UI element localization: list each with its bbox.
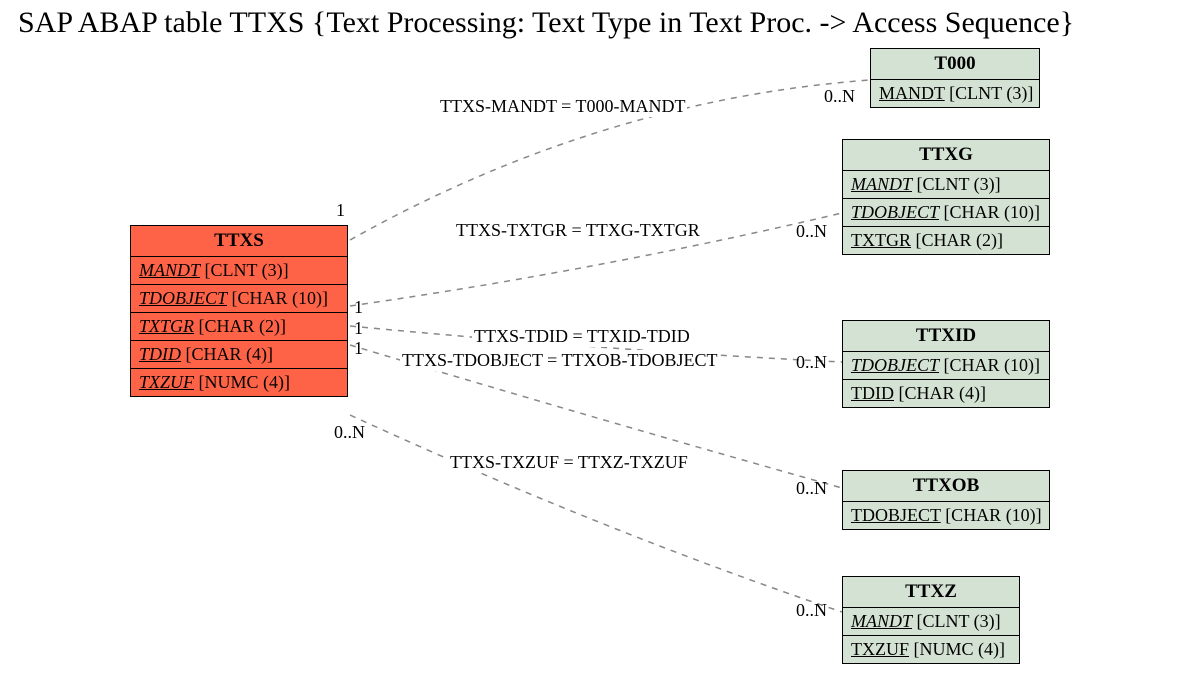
entity-ttxid: TTXID TDOBJECT [CHAR (10)] TDID [CHAR (4… bbox=[842, 320, 1050, 408]
entity-t000-name: T000 bbox=[871, 49, 1039, 80]
entity-ttxob: TTXOB TDOBJECT [CHAR (10)] bbox=[842, 470, 1050, 530]
cardinality-left: 1 bbox=[354, 297, 363, 318]
entity-ttxid-name: TTXID bbox=[843, 321, 1049, 352]
cardinality-right: 0..N bbox=[796, 221, 827, 242]
entity-ttxs: TTXS MANDT [CLNT (3)] TDOBJECT [CHAR (10… bbox=[130, 225, 348, 397]
relation-label: TTXS-TDID = TTXID-TDID bbox=[472, 326, 692, 347]
cardinality-left: 1 bbox=[354, 318, 363, 339]
entity-ttxg-field: MANDT [CLNT (3)] bbox=[843, 171, 1049, 198]
entity-ttxob-field: TDOBJECT [CHAR (10)] bbox=[843, 502, 1049, 529]
entity-t000: T000 MANDT [CLNT (3)] bbox=[870, 48, 1040, 108]
cardinality-right: 0..N bbox=[796, 352, 827, 373]
cardinality-right: 0..N bbox=[796, 478, 827, 499]
entity-ttxob-name: TTXOB bbox=[843, 471, 1049, 502]
relation-label: TTXS-TXTGR = TTXG-TXTGR bbox=[454, 220, 702, 241]
relation-label: TTXS-TDOBJECT = TTXOB-TDOBJECT bbox=[400, 350, 719, 371]
cardinality-left: 0..N bbox=[334, 422, 365, 443]
entity-ttxg: TTXG MANDT [CLNT (3)] TDOBJECT [CHAR (10… bbox=[842, 139, 1050, 255]
entity-ttxz-name: TTXZ bbox=[843, 577, 1019, 608]
entity-ttxs-field: TXZUF [NUMC (4)] bbox=[131, 368, 347, 396]
cardinality-left: 1 bbox=[336, 200, 345, 221]
entity-t000-field: MANDT [CLNT (3)] bbox=[871, 80, 1039, 107]
entity-ttxs-field: MANDT [CLNT (3)] bbox=[131, 257, 347, 284]
entity-ttxs-field: TDOBJECT [CHAR (10)] bbox=[131, 284, 347, 312]
page-title: SAP ABAP table TTXS {Text Processing: Te… bbox=[18, 6, 1074, 40]
entity-ttxs-field: TXTGR [CHAR (2)] bbox=[131, 312, 347, 340]
entity-ttxg-field: TXTGR [CHAR (2)] bbox=[843, 226, 1049, 254]
entity-ttxg-field: TDOBJECT [CHAR (10)] bbox=[843, 198, 1049, 226]
entity-ttxg-name: TTXG bbox=[843, 140, 1049, 171]
cardinality-left: 1 bbox=[354, 338, 363, 359]
entity-ttxid-field: TDOBJECT [CHAR (10)] bbox=[843, 352, 1049, 379]
entity-ttxz: TTXZ MANDT [CLNT (3)] TXZUF [NUMC (4)] bbox=[842, 576, 1020, 664]
entity-ttxs-field: TDID [CHAR (4)] bbox=[131, 340, 347, 368]
entity-ttxz-field: MANDT [CLNT (3)] bbox=[843, 608, 1019, 635]
relation-label: TTXS-MANDT = T000-MANDT bbox=[438, 96, 687, 117]
cardinality-right: 0..N bbox=[824, 86, 855, 107]
entity-ttxz-field: TXZUF [NUMC (4)] bbox=[843, 635, 1019, 663]
entity-ttxid-field: TDID [CHAR (4)] bbox=[843, 379, 1049, 407]
relation-label: TTXS-TXZUF = TTXZ-TXZUF bbox=[448, 452, 690, 473]
entity-ttxs-name: TTXS bbox=[131, 226, 347, 257]
cardinality-right: 0..N bbox=[796, 600, 827, 621]
